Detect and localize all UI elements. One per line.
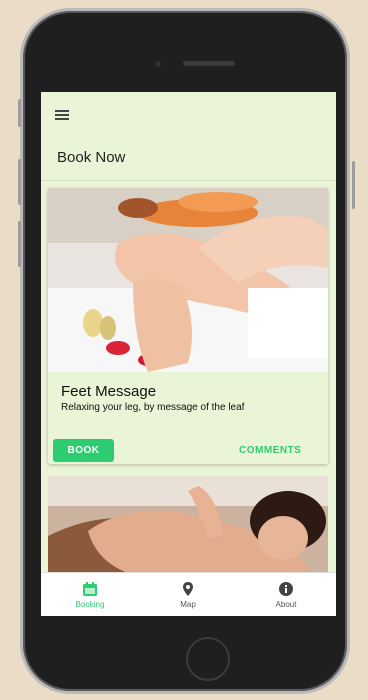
bottom-navigation: Booking Map About bbox=[41, 572, 336, 616]
feet-massage-photo bbox=[48, 188, 328, 372]
service-card: Feet Message Relaxing your leg, by messa… bbox=[48, 188, 328, 464]
speaker-grille bbox=[183, 61, 235, 66]
front-camera bbox=[155, 61, 161, 67]
info-icon bbox=[279, 582, 293, 596]
volume-down-button bbox=[18, 221, 21, 267]
app-header: Book Now bbox=[41, 92, 336, 181]
nav-label-booking: Booking bbox=[75, 600, 105, 609]
volume-up-button bbox=[18, 159, 21, 205]
home-button[interactable] bbox=[186, 637, 230, 681]
nav-item-about[interactable]: About bbox=[237, 573, 335, 616]
card-title: Feet Message bbox=[61, 383, 157, 400]
calendar-icon bbox=[83, 582, 97, 596]
comments-button[interactable]: COMMENTS bbox=[239, 445, 301, 456]
card-subtitle: Relaxing your leg, by message of the lea… bbox=[61, 402, 245, 413]
hamburger-menu-icon[interactable] bbox=[55, 110, 69, 122]
map-pin-icon bbox=[183, 582, 193, 596]
mute-switch bbox=[18, 99, 21, 127]
nav-item-booking[interactable]: Booking bbox=[41, 573, 139, 616]
nav-item-map[interactable]: Map bbox=[139, 573, 237, 616]
nav-label-map: Map bbox=[180, 600, 196, 609]
book-button[interactable]: BOOK bbox=[53, 439, 114, 462]
app-screen: Book Now Feet Message Relaxing your leg,… bbox=[41, 92, 336, 616]
page-title: Book Now bbox=[57, 149, 126, 166]
nav-label-about: About bbox=[275, 600, 297, 609]
back-massage-photo bbox=[48, 476, 328, 576]
power-button bbox=[352, 161, 355, 209]
